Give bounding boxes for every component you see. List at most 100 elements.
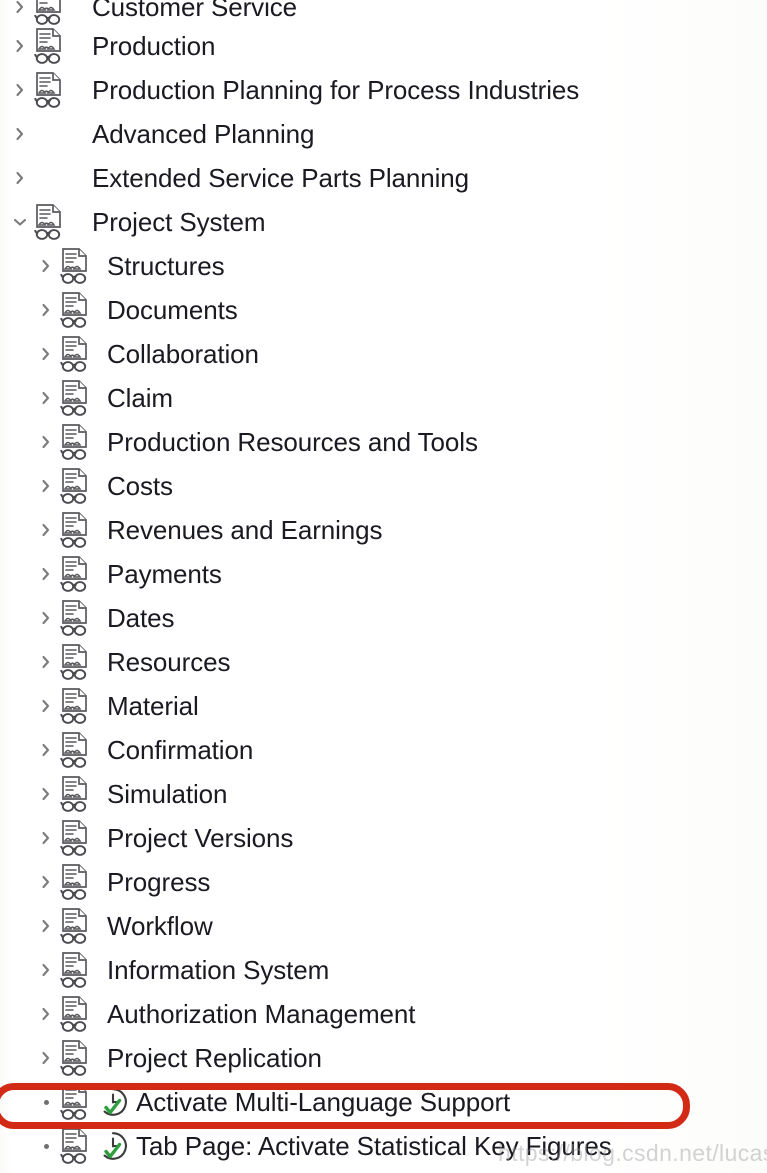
chevron-right-icon[interactable]	[36, 640, 56, 684]
leaf-dot-icon	[36, 1124, 56, 1168]
chevron-right-icon[interactable]	[36, 244, 56, 288]
tree-row[interactable]: Extended Service Parts Planning	[0, 156, 767, 200]
tree-row-label: Project Versions	[107, 823, 294, 853]
tree-row-label: Collaboration	[107, 339, 259, 369]
tree-row[interactable]: Advanced Planning	[0, 112, 767, 156]
clock-check-icon	[96, 1129, 130, 1163]
chevron-right-icon[interactable]	[36, 1036, 56, 1080]
img-node-icon	[56, 1126, 94, 1166]
img-node-icon	[56, 862, 94, 902]
tree-row-label: Structures	[107, 251, 225, 281]
tree-row[interactable]: Confirmation	[0, 728, 767, 772]
chevron-right-icon[interactable]	[36, 508, 56, 552]
img-node-icon	[56, 422, 94, 462]
tree-row[interactable]: Costs	[0, 464, 767, 508]
tree-row-label: Activate Multi-Language Support	[136, 1087, 511, 1117]
img-node-icon	[56, 1038, 94, 1078]
img-node-icon	[56, 554, 94, 594]
chevron-right-icon[interactable]	[36, 376, 56, 420]
tree-row-label: Extended Service Parts Planning	[92, 163, 470, 193]
img-node-icon	[30, 202, 68, 242]
tree-row[interactable]: Collaboration	[0, 332, 767, 376]
img-node-icon	[56, 290, 94, 330]
tree-row[interactable]: Claim	[0, 376, 767, 420]
chevron-right-icon[interactable]	[10, 24, 30, 68]
img-node-icon	[56, 818, 94, 858]
chevron-right-icon[interactable]	[36, 772, 56, 816]
tree-row[interactable]: Information System	[0, 948, 767, 992]
clock-check-icon	[96, 1085, 130, 1119]
chevron-right-icon[interactable]	[36, 992, 56, 1036]
chevron-right-icon[interactable]	[10, 68, 30, 112]
img-activity-tree[interactable]: Customer Service Production Production Pla…	[0, 0, 767, 1168]
tree-row[interactable]: Simulation	[0, 772, 767, 816]
tree-row[interactable]: Material	[0, 684, 767, 728]
tree-row-label: Advanced Planning	[92, 119, 315, 149]
img-node-icon	[56, 950, 94, 990]
img-node-icon	[30, 0, 68, 27]
tree-row[interactable]: Authorization Management	[0, 992, 767, 1036]
img-node-icon	[56, 334, 94, 374]
tree-row-label: Documents	[107, 295, 238, 325]
img-node-icon	[56, 246, 94, 286]
chevron-right-icon[interactable]	[36, 420, 56, 464]
tree-row[interactable]: Resources	[0, 640, 767, 684]
tree-row[interactable]: Project System	[0, 200, 767, 244]
tree-row-label: Customer Service	[92, 0, 298, 22]
img-node-icon	[56, 730, 94, 770]
img-node-icon	[56, 994, 94, 1034]
chevron-right-icon[interactable]	[36, 904, 56, 948]
chevron-right-icon[interactable]	[36, 464, 56, 508]
tree-row[interactable]: Revenues and Earnings	[0, 508, 767, 552]
tree-row[interactable]: Customer Service	[0, 0, 767, 27]
img-node-icon	[56, 378, 94, 418]
tree-row[interactable]: Project Versions	[0, 816, 767, 860]
chevron-right-icon[interactable]	[36, 684, 56, 728]
watermark-text: https://blog.csdn.net/lucas1211	[498, 1140, 767, 1166]
tree-row-label: Material	[107, 691, 199, 721]
tree-row[interactable]: Progress	[0, 860, 767, 904]
tree-row[interactable]: Production	[0, 24, 767, 68]
tree-row-label: Workflow	[107, 911, 213, 941]
tree-row[interactable]: Payments	[0, 552, 767, 596]
tree-row-label: Simulation	[107, 779, 228, 809]
img-node-icon	[56, 906, 94, 946]
tree-row-label: Authorization Management	[107, 999, 416, 1029]
img-tree-screen: Customer Service Production Production Pla…	[0, 0, 767, 1173]
tree-row-label: Dates	[107, 603, 175, 633]
tree-row[interactable]: Production Planning for Process Industri…	[0, 68, 767, 112]
chevron-right-icon[interactable]	[36, 288, 56, 332]
img-node-icon	[56, 466, 94, 506]
tree-row-label: Resources	[107, 647, 231, 677]
img-node-icon	[56, 598, 94, 638]
img-node-icon	[56, 774, 94, 814]
chevron-right-icon[interactable]	[10, 112, 30, 156]
chevron-right-icon[interactable]	[10, 156, 30, 200]
chevron-right-icon[interactable]	[36, 816, 56, 860]
chevron-right-icon[interactable]	[36, 948, 56, 992]
img-node-icon	[30, 26, 68, 66]
img-node-icon	[56, 642, 94, 682]
tree-row[interactable]: Dates	[0, 596, 767, 640]
chevron-down-icon[interactable]	[10, 200, 30, 244]
tree-row-label: Progress	[107, 867, 211, 897]
tree-row-label: Revenues and Earnings	[107, 515, 383, 545]
tree-row[interactable]: Documents	[0, 288, 767, 332]
tree-row[interactable]: Production Resources and Tools	[0, 420, 767, 464]
tree-row[interactable]: Activate Multi-Language Support	[0, 1080, 767, 1124]
tree-row[interactable]: Structures	[0, 244, 767, 288]
chevron-right-icon[interactable]	[36, 596, 56, 640]
tree-row-label: Production	[92, 31, 216, 61]
img-node-icon	[56, 686, 94, 726]
chevron-right-icon[interactable]	[36, 860, 56, 904]
img-node-icon	[56, 510, 94, 550]
tree-row[interactable]: Project Replication	[0, 1036, 767, 1080]
chevron-right-icon[interactable]	[36, 332, 56, 376]
tree-row[interactable]: Workflow	[0, 904, 767, 948]
chevron-right-icon[interactable]	[36, 728, 56, 772]
tree-row-label: Costs	[107, 471, 173, 501]
tree-row-label: Claim	[107, 383, 173, 413]
chevron-right-icon[interactable]	[36, 552, 56, 596]
tree-row-label: Production Planning for Process Industri…	[92, 75, 580, 105]
img-node-icon	[56, 1082, 94, 1122]
